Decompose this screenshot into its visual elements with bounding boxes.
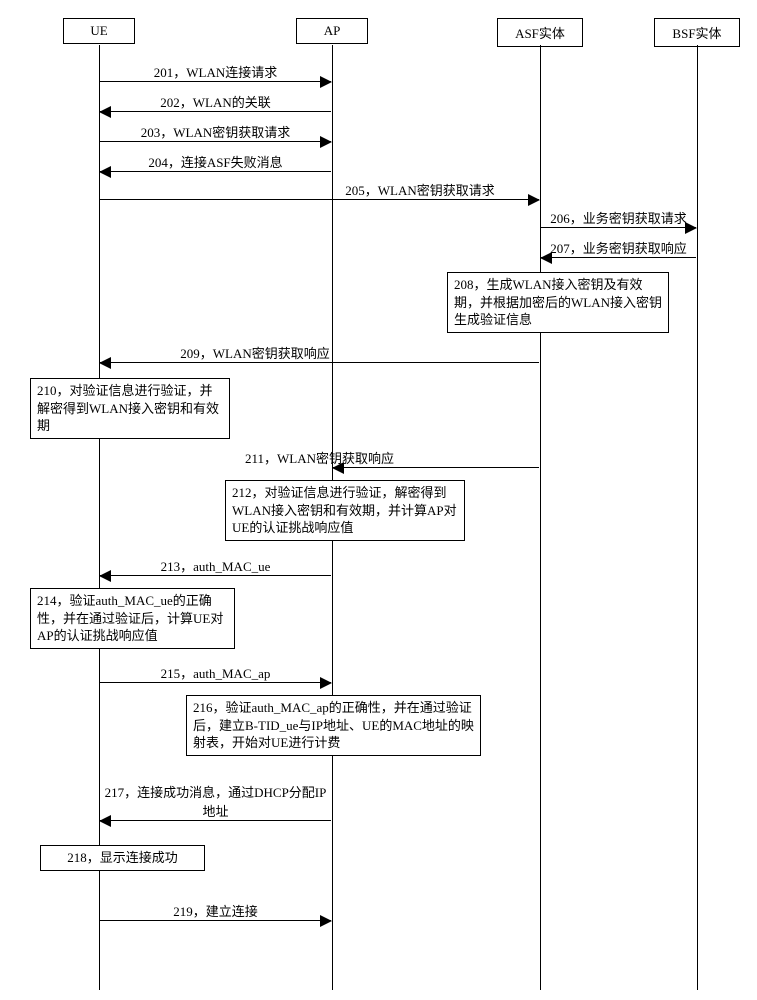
msg-203-label: 203，WLAN密钥获取请求 xyxy=(100,122,331,141)
actor-bsf: BSF实体 xyxy=(654,18,740,47)
msg-213-label: 213，auth_MAC_ue xyxy=(100,556,331,575)
msg-202-arrow xyxy=(100,111,331,112)
sequence-diagram: UE AP ASF实体 BSF实体 201，WLAN连接请求 202，WLAN的… xyxy=(0,0,757,1000)
msg-206-arrow xyxy=(541,227,696,228)
msg-211-label: 211，WLAN密钥获取响应 xyxy=(100,448,539,467)
msg-213-arrow xyxy=(100,575,331,576)
msg-201-arrow xyxy=(100,81,331,82)
note-218: 218，显示连接成功 xyxy=(40,845,205,871)
actor-ue: UE xyxy=(63,18,135,44)
msg-209-label: 209，WLAN密钥获取响应 xyxy=(100,343,410,362)
msg-215-arrow xyxy=(100,682,331,683)
msg-211-arrow xyxy=(333,467,539,468)
note-216: 216，验证auth_MAC_ap的正确性，并在通过验证后，建立B-TID_ue… xyxy=(186,695,481,756)
msg-205-label: 205，WLAN密钥获取请求 xyxy=(300,180,540,199)
actor-asf: ASF实体 xyxy=(497,18,583,47)
actor-ap: AP xyxy=(296,18,368,44)
msg-219-arrow xyxy=(100,920,331,921)
msg-207-label: 207，业务密钥获取响应 xyxy=(541,238,696,257)
note-208: 208，生成WLAN接入密钥及有效期，并根据加密后的WLAN接入密钥生成验证信息 xyxy=(447,272,669,333)
msg-207-arrow xyxy=(541,257,696,258)
msg-202-label: 202，WLAN的关联 xyxy=(100,92,331,111)
lifeline-asf xyxy=(540,45,541,990)
lifeline-bsf xyxy=(697,45,698,990)
msg-209-arrow xyxy=(100,362,539,363)
note-212: 212，对验证信息进行验证，解密得到WLAN接入密钥和有效期，并计算AP对UE的… xyxy=(225,480,465,541)
msg-217-arrow xyxy=(100,820,331,821)
msg-205-arrow xyxy=(100,199,539,200)
msg-206-label: 206，业务密钥获取请求 xyxy=(541,208,696,227)
msg-204-label: 204，连接ASF失败消息 xyxy=(100,152,331,171)
note-210: 210，对验证信息进行验证，并解密得到WLAN接入密钥和有效期 xyxy=(30,378,230,439)
note-214: 214，验证auth_MAC_ue的正确性，并在通过验证后，计算UE对AP的认证… xyxy=(30,588,235,649)
msg-215-label: 215，auth_MAC_ap xyxy=(100,663,331,682)
msg-219-label: 219，建立连接 xyxy=(100,901,331,920)
msg-204-arrow xyxy=(100,171,331,172)
msg-201-label: 201，WLAN连接请求 xyxy=(100,62,331,81)
msg-217-label: 217，连接成功消息，通过DHCP分配IP地址 xyxy=(100,782,331,820)
msg-203-arrow xyxy=(100,141,331,142)
